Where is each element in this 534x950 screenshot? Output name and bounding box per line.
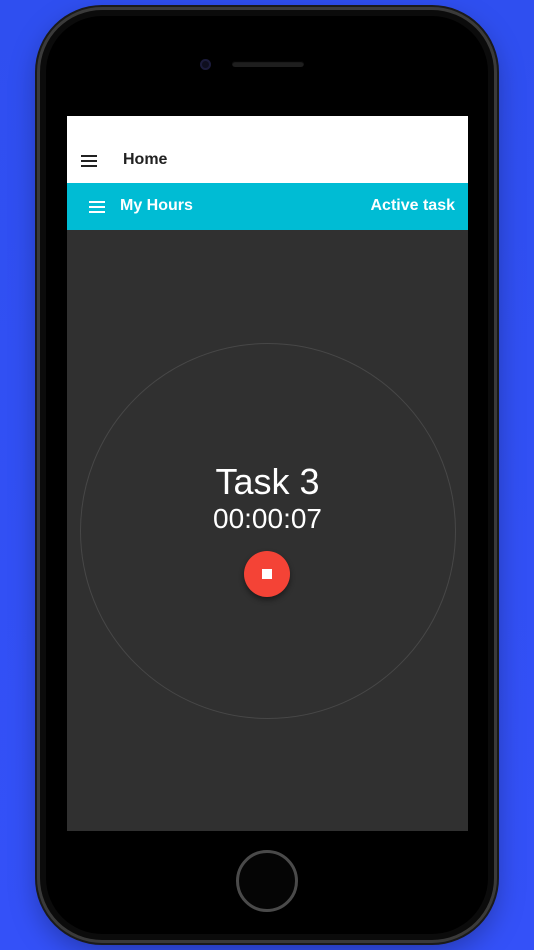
elapsed-time: 00:00:07 (213, 503, 322, 534)
app-bar: My Hours Active task (67, 183, 468, 230)
page-title: Home (123, 151, 168, 168)
app-title: My Hours (120, 197, 193, 214)
app-screen: Home My Hours Active task Task 3 00:00:0… (67, 116, 468, 831)
stop-icon (262, 569, 272, 579)
stop-button[interactable] (244, 551, 290, 597)
earpiece-speaker (232, 61, 304, 67)
hamburger-menu-icon[interactable] (81, 155, 97, 167)
active-task-tab[interactable]: Active task (371, 197, 456, 215)
home-button[interactable] (236, 850, 298, 912)
top-bar: Home (67, 116, 468, 183)
task-name: Task 3 (215, 461, 320, 502)
power-button (494, 185, 499, 247)
front-camera (200, 59, 211, 70)
hamburger-menu-icon[interactable] (89, 201, 105, 213)
